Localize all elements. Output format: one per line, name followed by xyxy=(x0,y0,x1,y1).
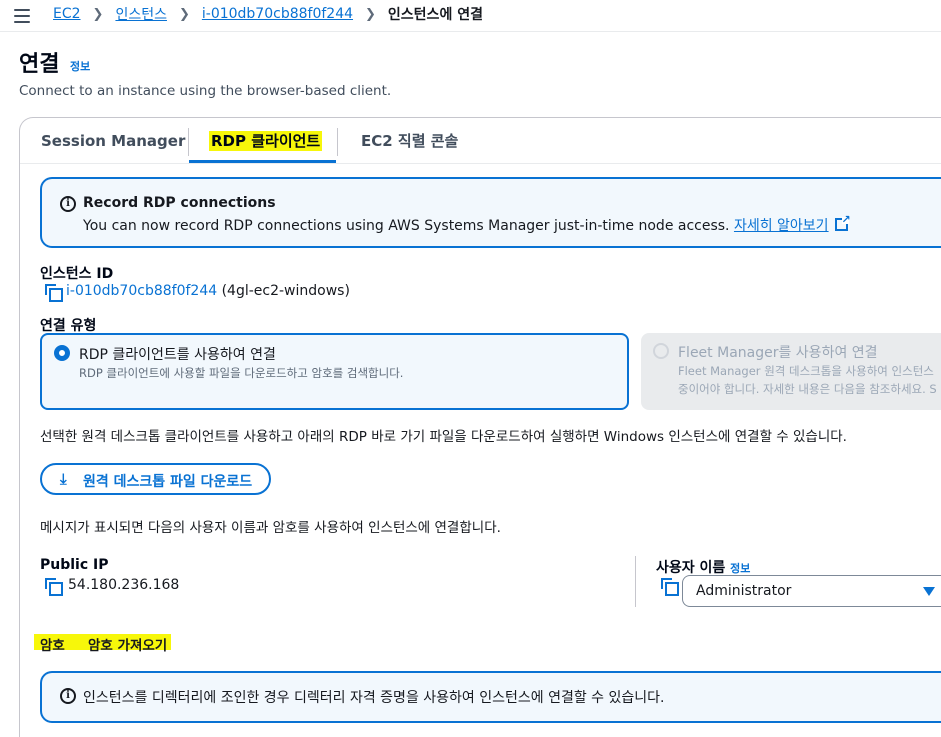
instance-id-link[interactable]: i-010db70cb88f0f244 xyxy=(66,283,217,299)
directory-info-alert: i 인스턴스를 디렉터리에 조인한 경우 디렉터리 자격 증명을 사용하여 인스… xyxy=(40,671,941,723)
download-icon: ⤓ xyxy=(60,470,67,488)
alert-title: Record RDP connections xyxy=(83,195,276,211)
info-link[interactable]: 정보 xyxy=(70,58,90,74)
info-icon: i xyxy=(60,688,76,704)
copy-icon[interactable] xyxy=(45,578,63,596)
download-rdp-file-button[interactable]: ⤓ 원격 데스크톱 파일 다운로드 xyxy=(40,463,271,495)
active-tab-indicator xyxy=(189,160,336,163)
breadcrumb-instances[interactable]: 인스턴스 xyxy=(115,4,167,24)
username-label-text: 사용자 이름 xyxy=(656,560,726,576)
option-description: RDP 클라이언트에 사용할 파일을 다운로드하고 암호를 검색합니다. xyxy=(79,366,404,380)
option-title: RDP 클라이언트를 사용하여 연결 xyxy=(79,347,276,363)
alert-text: You can now record RDP connections using… xyxy=(83,213,851,235)
copy-icon[interactable] xyxy=(661,578,679,596)
chevron-right-icon: ❯ xyxy=(365,6,376,22)
record-rdp-alert: i Record RDP connections You can now rec… xyxy=(40,177,941,248)
tab-ec2-serial-console[interactable]: EC2 직렬 콘솔 xyxy=(361,118,458,163)
directory-alert-text: 인스턴스를 디렉터리에 조인한 경우 디렉터리 자격 증명을 사용하여 인스턴스… xyxy=(83,690,665,706)
tab-divider xyxy=(337,128,338,156)
password-label: 암호 xyxy=(40,638,65,654)
connection-type-label: 연결 유형 xyxy=(40,318,97,334)
column-divider xyxy=(635,556,636,607)
instance-id-label: 인스턴스 ID xyxy=(40,266,114,282)
external-link-icon xyxy=(834,213,851,231)
option-description: Fleet Manager 원격 데스크톱을 사용하여 인스턴스중이어야 합니다… xyxy=(678,362,937,398)
option-rdp-client[interactable]: RDP 클라이언트를 사용하여 연결 RDP 클라이언트에 사용할 파일을 다운… xyxy=(40,333,629,410)
option-desc-line: Fleet Manager 원격 데스크톱을 사용하여 인스턴스 xyxy=(678,364,934,378)
download-button-label: 원격 데스크톱 파일 다운로드 xyxy=(83,474,253,490)
radio-disabled xyxy=(653,343,669,359)
menu-icon[interactable] xyxy=(14,9,30,23)
public-ip-label: Public IP xyxy=(40,557,109,573)
radio-selected[interactable] xyxy=(54,345,70,361)
breadcrumb-instance-id[interactable]: i-010db70cb88f0f244 xyxy=(202,6,353,22)
breadcrumb-current: 인스턴스에 연결 xyxy=(387,7,483,23)
info-icon: i xyxy=(60,196,76,212)
option-desc-line: 중이어야 합니다. 자세한 내용은 다음을 참조하세요. S xyxy=(678,382,937,396)
tab-session-manager[interactable]: Session Manager xyxy=(41,118,185,163)
option-title: Fleet Manager를 사용하여 연결 xyxy=(678,345,878,361)
breadcrumb: EC2 ❯ 인스턴스 ❯ i-010db70cb88f0f244 ❯ 인스턴스에… xyxy=(53,4,483,24)
instance-id-value: i-010db70cb88f0f244 (4gl-ec2-windows) xyxy=(66,283,350,299)
learn-more-link[interactable]: 자세히 알아보기 xyxy=(734,218,829,234)
top-bar: EC2 ❯ 인스턴스 ❯ i-010db70cb88f0f244 ❯ 인스턴스에… xyxy=(0,0,941,32)
get-password-link[interactable]: 암호 가져오기 xyxy=(88,634,167,654)
chevron-right-icon: ❯ xyxy=(92,6,104,22)
page-title: 연결 xyxy=(19,52,60,77)
prompt-text: 메시지가 표시되면 다음의 사용자 이름과 암호를 사용하여 인스턴스에 연결합… xyxy=(40,520,501,536)
username-value: Administrator xyxy=(696,583,792,599)
tab-divider xyxy=(188,128,189,156)
username-label: 사용자 이름 정보 xyxy=(656,557,750,577)
alert-body: You can now record RDP connections using… xyxy=(83,218,734,234)
tab-rdp-client[interactable]: RDP 클라이언트 xyxy=(209,118,323,163)
page-subtitle: Connect to an instance using the browser… xyxy=(19,83,392,99)
info-link[interactable]: 정보 xyxy=(730,562,750,575)
tab-label: EC2 직렬 콘솔 xyxy=(361,132,459,150)
tab-label: Session Manager xyxy=(41,132,186,150)
caret-down-icon xyxy=(923,587,935,596)
instructions-text: 선택한 원격 데스크톱 클라이언트를 사용하고 아래의 RDP 바로 가기 파일… xyxy=(40,429,847,445)
breadcrumb-ec2[interactable]: EC2 xyxy=(53,6,81,22)
chevron-right-icon: ❯ xyxy=(178,6,190,22)
tab-bar: Session Manager RDP 클라이언트 EC2 직렬 콘솔 xyxy=(20,118,941,164)
tab-label: RDP 클라이언트 xyxy=(209,131,323,151)
instance-name: (4gl-ec2-windows) xyxy=(221,283,350,299)
username-select[interactable]: Administrator xyxy=(682,575,941,607)
public-ip-value: 54.180.236.168 xyxy=(68,577,180,593)
copy-icon[interactable] xyxy=(45,284,63,302)
option-fleet-manager: Fleet Manager를 사용하여 연결 Fleet Manager 원격 … xyxy=(641,333,941,410)
